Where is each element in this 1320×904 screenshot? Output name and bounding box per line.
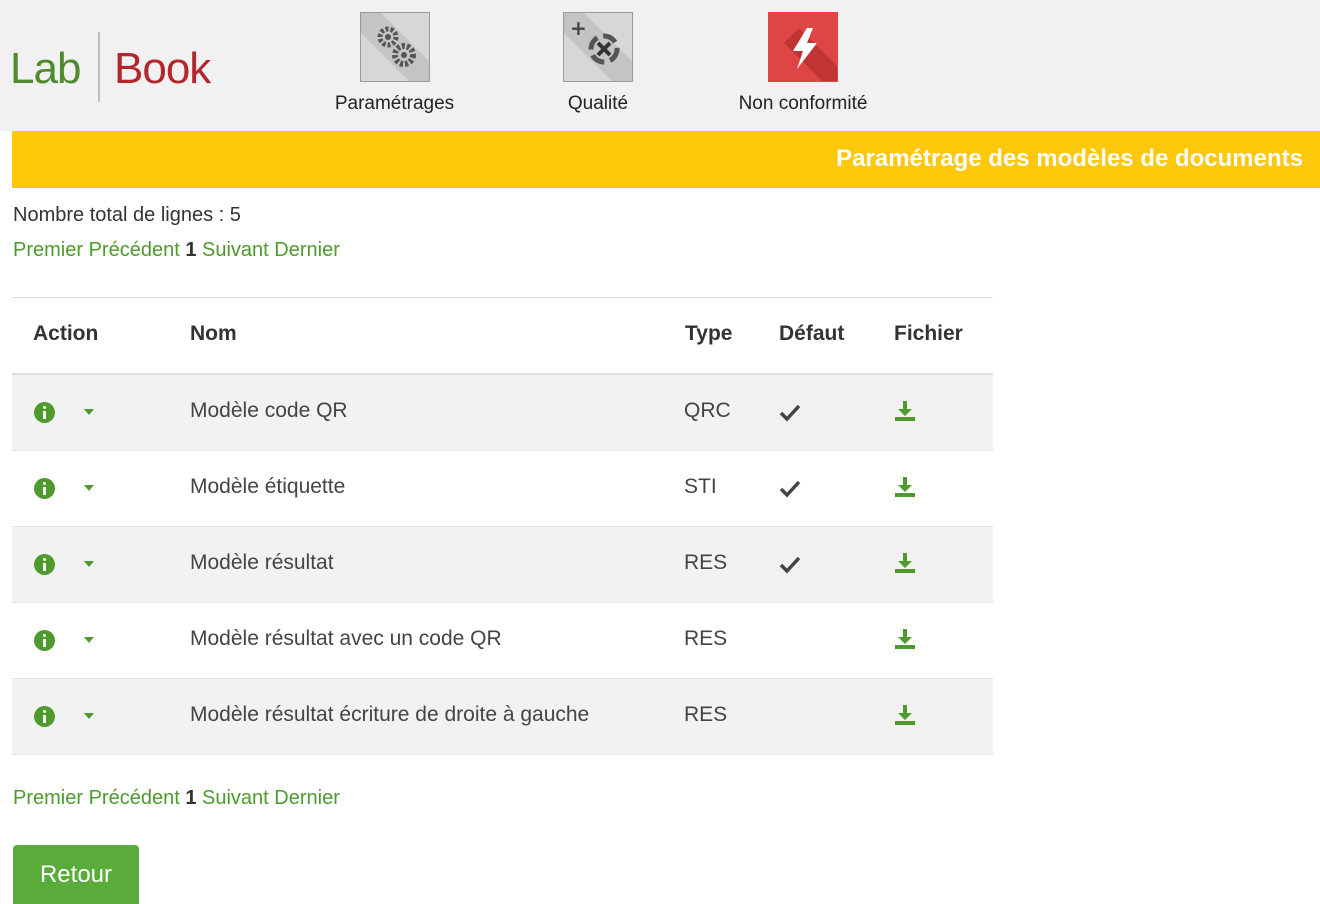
pager-last-link[interactable]: Dernier (274, 787, 340, 809)
header-action: Action (33, 322, 99, 345)
download-icon[interactable] (893, 703, 917, 727)
pager-first-link[interactable]: Premier (13, 239, 83, 261)
download-icon[interactable] (893, 475, 917, 499)
retour-button[interactable]: Retour (13, 845, 139, 904)
document-models-table: Action Nom Type Défaut Fichier Modèle co… (12, 297, 993, 755)
logo-text-lab: Lab (10, 44, 81, 93)
info-icon[interactable] (34, 630, 55, 651)
pager-last-link[interactable]: Dernier (274, 239, 340, 261)
total-rows-text: Nombre total de lignes : 5 (13, 204, 241, 226)
pager-previous-link[interactable]: Précédent (89, 239, 180, 261)
header-type[interactable]: Type (685, 322, 732, 346)
lightning-icon (768, 12, 838, 82)
cell-nom: Modèle résultat (190, 551, 334, 574)
table-row: Modèle résultat RES (12, 527, 993, 603)
caret-down-icon[interactable] (84, 561, 94, 567)
info-icon[interactable] (34, 478, 55, 499)
table-header: Action Nom Type Défaut Fichier (12, 298, 993, 375)
pager-next-link[interactable]: Suivant (202, 787, 269, 809)
pager-previous-link[interactable]: Précédent (89, 787, 180, 809)
table-row: Modèle résultat avec un code QR RES (12, 603, 993, 679)
pagination-top: Premier Précédent 1 Suivant Dernier (13, 239, 340, 262)
nav-non-conformite[interactable]: Non conformité (728, 12, 878, 115)
nav-label-parametrages: Paramétrages (334, 93, 455, 114)
download-icon[interactable] (893, 399, 917, 423)
header-defaut[interactable]: Défaut (779, 322, 844, 346)
pager-first-link[interactable]: Premier (13, 787, 83, 809)
pager-current-page: 1 (185, 787, 197, 809)
page-banner: Paramétrage des modèles de documents (12, 131, 1320, 188)
pager-current-page: 1 (185, 239, 197, 261)
nav-label-qualite: Qualité (567, 93, 629, 114)
checkmark-icon (779, 404, 801, 422)
table-body: Modèle code QR QRC Modèle étiquette STI Modè… (12, 375, 993, 755)
table-row: Modèle résultat écriture de droite à gau… (12, 679, 993, 755)
table-row: Modèle étiquette STI (12, 451, 993, 527)
nav-label-non-conformite: Non conformité (738, 93, 868, 114)
logo-separator (98, 32, 100, 102)
download-icon[interactable] (893, 551, 917, 575)
pager-next-link[interactable]: Suivant (202, 239, 269, 261)
svg-text:+: + (570, 16, 587, 40)
cell-type: QRC (684, 399, 731, 422)
cell-type: RES (684, 703, 728, 726)
table-row: Modèle code QR QRC (12, 375, 993, 451)
cell-nom: Modèle résultat écriture de droite à gau… (190, 703, 590, 726)
pagination-bottom: Premier Précédent 1 Suivant Dernier (13, 787, 340, 810)
caret-down-icon[interactable] (84, 713, 94, 719)
nav-parametrages[interactable]: Paramétrages (327, 12, 462, 115)
caret-down-icon[interactable] (84, 409, 94, 415)
caret-down-icon[interactable] (84, 485, 94, 491)
nav-qualite[interactable]: + Qualité (555, 12, 641, 115)
download-icon[interactable] (893, 627, 917, 651)
header-nom[interactable]: Nom (190, 322, 237, 346)
info-icon[interactable] (34, 402, 55, 423)
quality-target-icon: + (563, 12, 633, 82)
cell-nom: Modèle étiquette (190, 475, 346, 498)
cell-nom: Modèle résultat avec un code QR (190, 627, 502, 650)
logo-text-book: Book (114, 44, 211, 93)
caret-down-icon[interactable] (84, 637, 94, 643)
checkmark-icon (779, 556, 801, 574)
cell-nom: Modèle code QR (190, 399, 348, 422)
cell-type: RES (684, 627, 728, 650)
gears-icon (359, 12, 430, 82)
cell-type: STI (684, 475, 717, 498)
app-header: Lab Book Paramétrages + Qualité Non conf… (0, 0, 1320, 131)
info-icon[interactable] (34, 554, 55, 575)
cell-type: RES (684, 551, 728, 574)
header-fichier: Fichier (894, 322, 963, 345)
checkmark-icon (779, 480, 801, 498)
info-icon[interactable] (34, 706, 55, 727)
page-title: Paramétrage des modèles de documents (836, 145, 1303, 172)
